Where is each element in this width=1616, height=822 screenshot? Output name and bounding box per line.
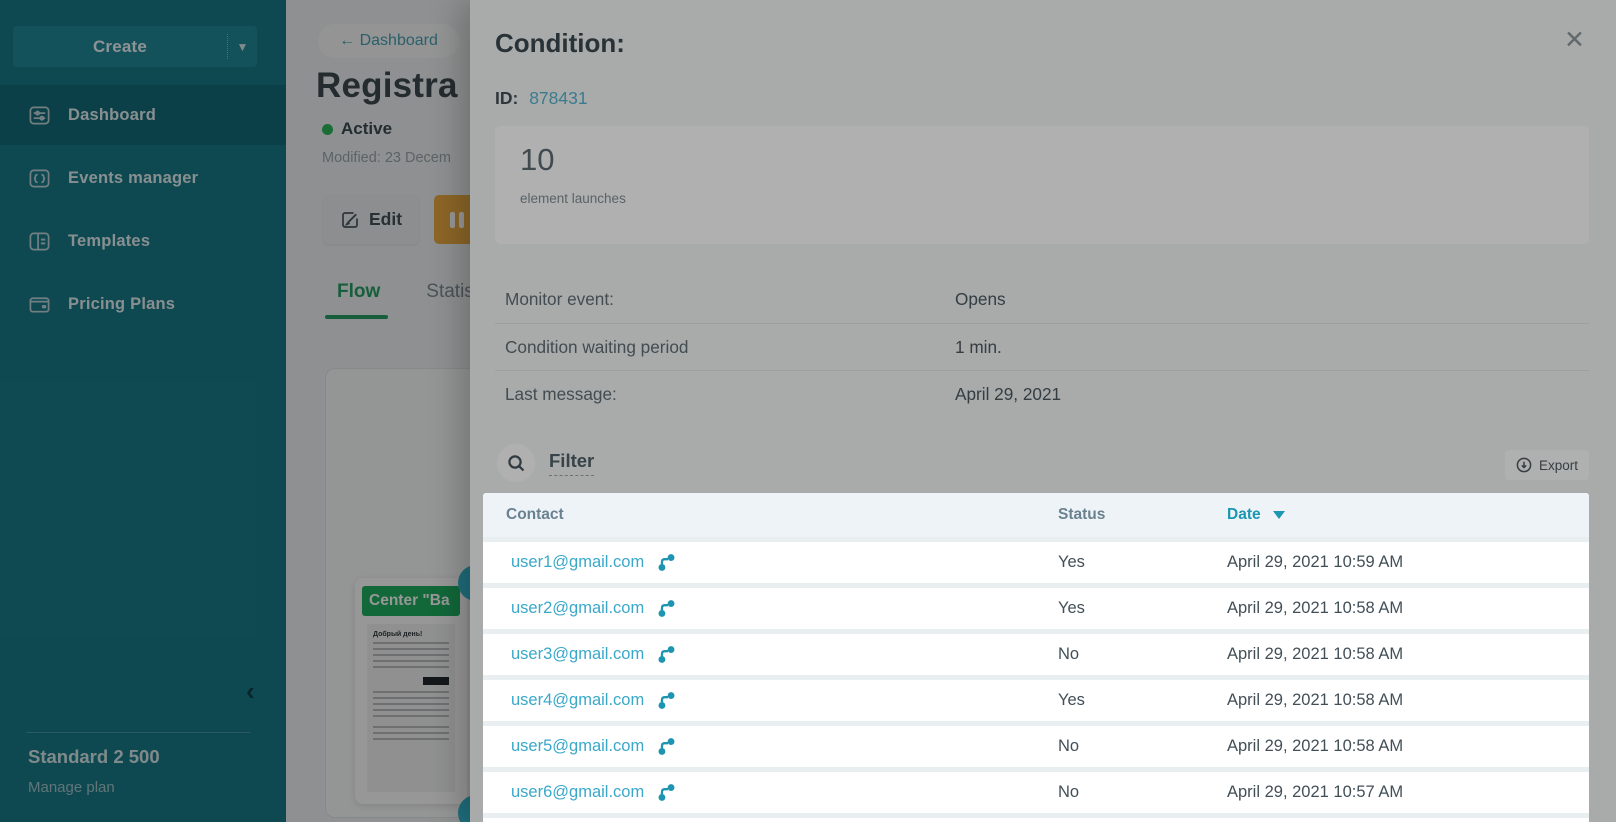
condition-results-table: Contact Status Date user1@gmail.com Yes … bbox=[483, 493, 1589, 822]
status-cell: No bbox=[1058, 783, 1227, 802]
flow-branch-icon[interactable] bbox=[657, 553, 676, 572]
date-cell: April 29, 2021 10:59 AM bbox=[1227, 553, 1589, 572]
contact-email-link[interactable]: user4@gmail.com bbox=[511, 691, 644, 710]
column-header-date-label: Date bbox=[1227, 506, 1261, 524]
contact-email-link[interactable]: user5@gmail.com bbox=[511, 737, 644, 756]
table-row[interactable]: user2@gmail.com Yes April 29, 2021 10:58… bbox=[483, 588, 1589, 629]
contact-email-link[interactable]: user2@gmail.com bbox=[511, 599, 644, 618]
status-cell: Yes bbox=[1058, 553, 1227, 572]
table-row[interactable]: user3@gmail.com No April 29, 2021 10:58 … bbox=[483, 634, 1589, 675]
table-header-row: Contact Status Date bbox=[483, 493, 1589, 537]
flow-branch-icon[interactable] bbox=[657, 599, 676, 618]
flow-branch-icon[interactable] bbox=[657, 737, 676, 756]
status-cell: No bbox=[1058, 645, 1227, 664]
flow-branch-icon[interactable] bbox=[657, 645, 676, 664]
sort-desc-icon bbox=[1273, 511, 1285, 519]
table-row-partial bbox=[483, 818, 1589, 822]
table-row[interactable]: user6@gmail.com No April 29, 2021 10:57 … bbox=[483, 772, 1589, 813]
status-cell: Yes bbox=[1058, 599, 1227, 618]
date-cell: April 29, 2021 10:58 AM bbox=[1227, 691, 1589, 710]
status-cell: No bbox=[1058, 737, 1227, 756]
date-cell: April 29, 2021 10:57 AM bbox=[1227, 783, 1589, 802]
table-row[interactable]: user1@gmail.com Yes April 29, 2021 10:59… bbox=[483, 542, 1589, 583]
date-cell: April 29, 2021 10:58 AM bbox=[1227, 737, 1589, 756]
flow-branch-icon[interactable] bbox=[657, 783, 676, 802]
status-cell: Yes bbox=[1058, 691, 1227, 710]
contact-email-link[interactable]: user1@gmail.com bbox=[511, 553, 644, 572]
contact-email-link[interactable]: user6@gmail.com bbox=[511, 783, 644, 802]
table-row[interactable]: user4@gmail.com Yes April 29, 2021 10:58… bbox=[483, 680, 1589, 721]
app-window: Create ▼ Dashboard Events manager bbox=[0, 0, 1616, 822]
date-cell: April 29, 2021 10:58 AM bbox=[1227, 599, 1589, 618]
column-header-date-sort[interactable]: Date bbox=[1227, 506, 1589, 524]
column-header-contact: Contact bbox=[483, 506, 1058, 524]
flow-branch-icon[interactable] bbox=[657, 691, 676, 710]
date-cell: April 29, 2021 10:58 AM bbox=[1227, 645, 1589, 664]
column-header-status: Status bbox=[1058, 506, 1227, 524]
table-row[interactable]: user5@gmail.com No April 29, 2021 10:58 … bbox=[483, 726, 1589, 767]
contact-email-link[interactable]: user3@gmail.com bbox=[511, 645, 644, 664]
